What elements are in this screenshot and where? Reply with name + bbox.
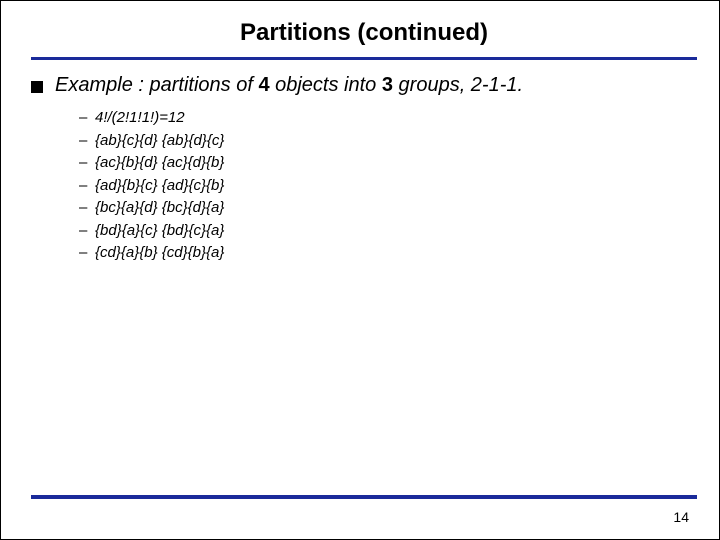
list-item: –4!/(2!1!1!)=12 xyxy=(79,107,697,130)
list-item: –{ab}{c}{d} {ab}{d}{c} xyxy=(79,130,697,153)
dash-icon: – xyxy=(79,130,95,153)
list-item-text: {bc}{a}{d} {bc}{d}{a} xyxy=(95,197,224,220)
dash-icon: – xyxy=(79,107,95,130)
dash-icon: – xyxy=(79,242,95,265)
slide: Partitions (continued) Example : partiti… xyxy=(0,0,720,540)
example-count-objects: 4 xyxy=(258,74,269,96)
partition-list: –4!/(2!1!1!)=12 –{ab}{c}{d} {ab}{d}{c} –… xyxy=(31,107,697,265)
dash-icon: – xyxy=(79,175,95,198)
list-item: –{ad}{b}{c} {ad}{c}{b} xyxy=(79,175,697,198)
dash-icon: – xyxy=(79,220,95,243)
page-number: 14 xyxy=(673,509,689,525)
list-item-text: {bd}{a}{c} {bd}{c}{a} xyxy=(95,220,224,243)
title-rule xyxy=(31,57,697,60)
example-prefix: Example : partitions of xyxy=(55,74,258,96)
example-suffix: groups, 2-1-1. xyxy=(393,74,523,96)
footer-rule xyxy=(31,495,697,499)
list-item-text: {ac}{b}{d} {ac}{d}{b} xyxy=(95,152,224,175)
square-bullet-icon xyxy=(31,81,43,93)
list-item: –{ac}{b}{d} {ac}{d}{b} xyxy=(79,152,697,175)
example-mid: objects into xyxy=(270,74,382,96)
list-item-text: {ad}{b}{c} {ad}{c}{b} xyxy=(95,175,224,198)
example-count-groups: 3 xyxy=(382,74,393,96)
list-item: –{bd}{a}{c} {bd}{c}{a} xyxy=(79,220,697,243)
example-text: Example : partitions of 4 objects into 3… xyxy=(55,74,523,97)
list-item: –{cd}{a}{b} {cd}{b}{a} xyxy=(79,242,697,265)
list-item-text: {ab}{c}{d} {ab}{d}{c} xyxy=(95,130,224,153)
dash-icon: – xyxy=(79,197,95,220)
list-item: –{bc}{a}{d} {bc}{d}{a} xyxy=(79,197,697,220)
example-line: Example : partitions of 4 objects into 3… xyxy=(31,74,697,97)
page-title: Partitions (continued) xyxy=(31,19,697,47)
list-item-text: 4!/(2!1!1!)=12 xyxy=(95,107,185,130)
list-item-text: {cd}{a}{b} {cd}{b}{a} xyxy=(95,242,224,265)
dash-icon: – xyxy=(79,152,95,175)
